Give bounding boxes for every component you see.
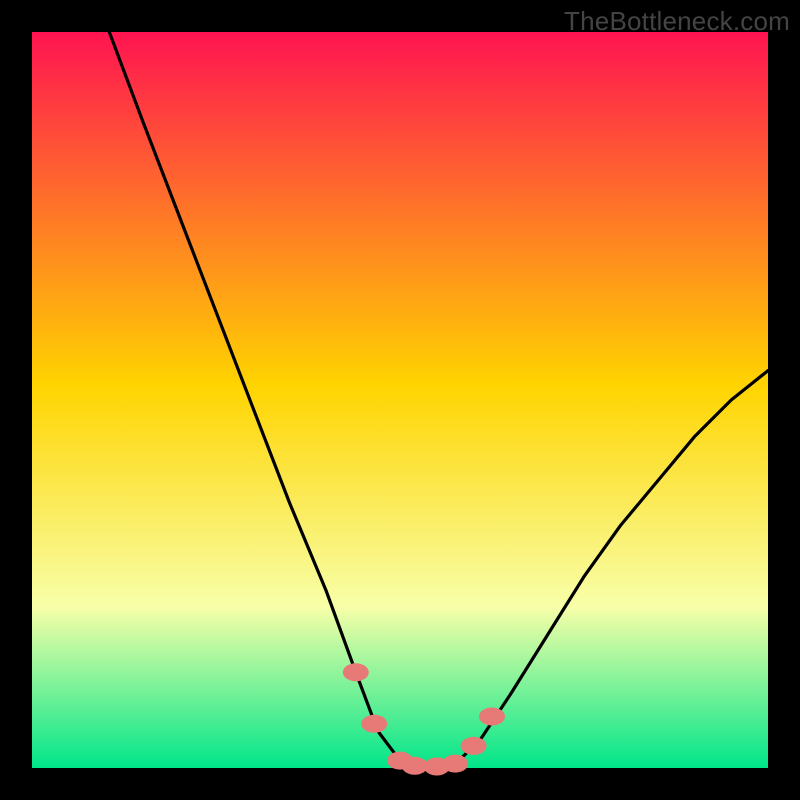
attribution-text: TheBottleneck.com	[564, 6, 790, 37]
chart-plot-area	[32, 32, 768, 768]
marker-floor-2	[402, 757, 428, 775]
bottleneck-chart	[0, 0, 800, 800]
marker-right-lower	[461, 737, 487, 755]
marker-floor-4	[442, 755, 468, 773]
marker-right-upper	[479, 708, 505, 726]
marker-left-upper	[343, 663, 369, 681]
marker-left-lower	[361, 715, 387, 733]
